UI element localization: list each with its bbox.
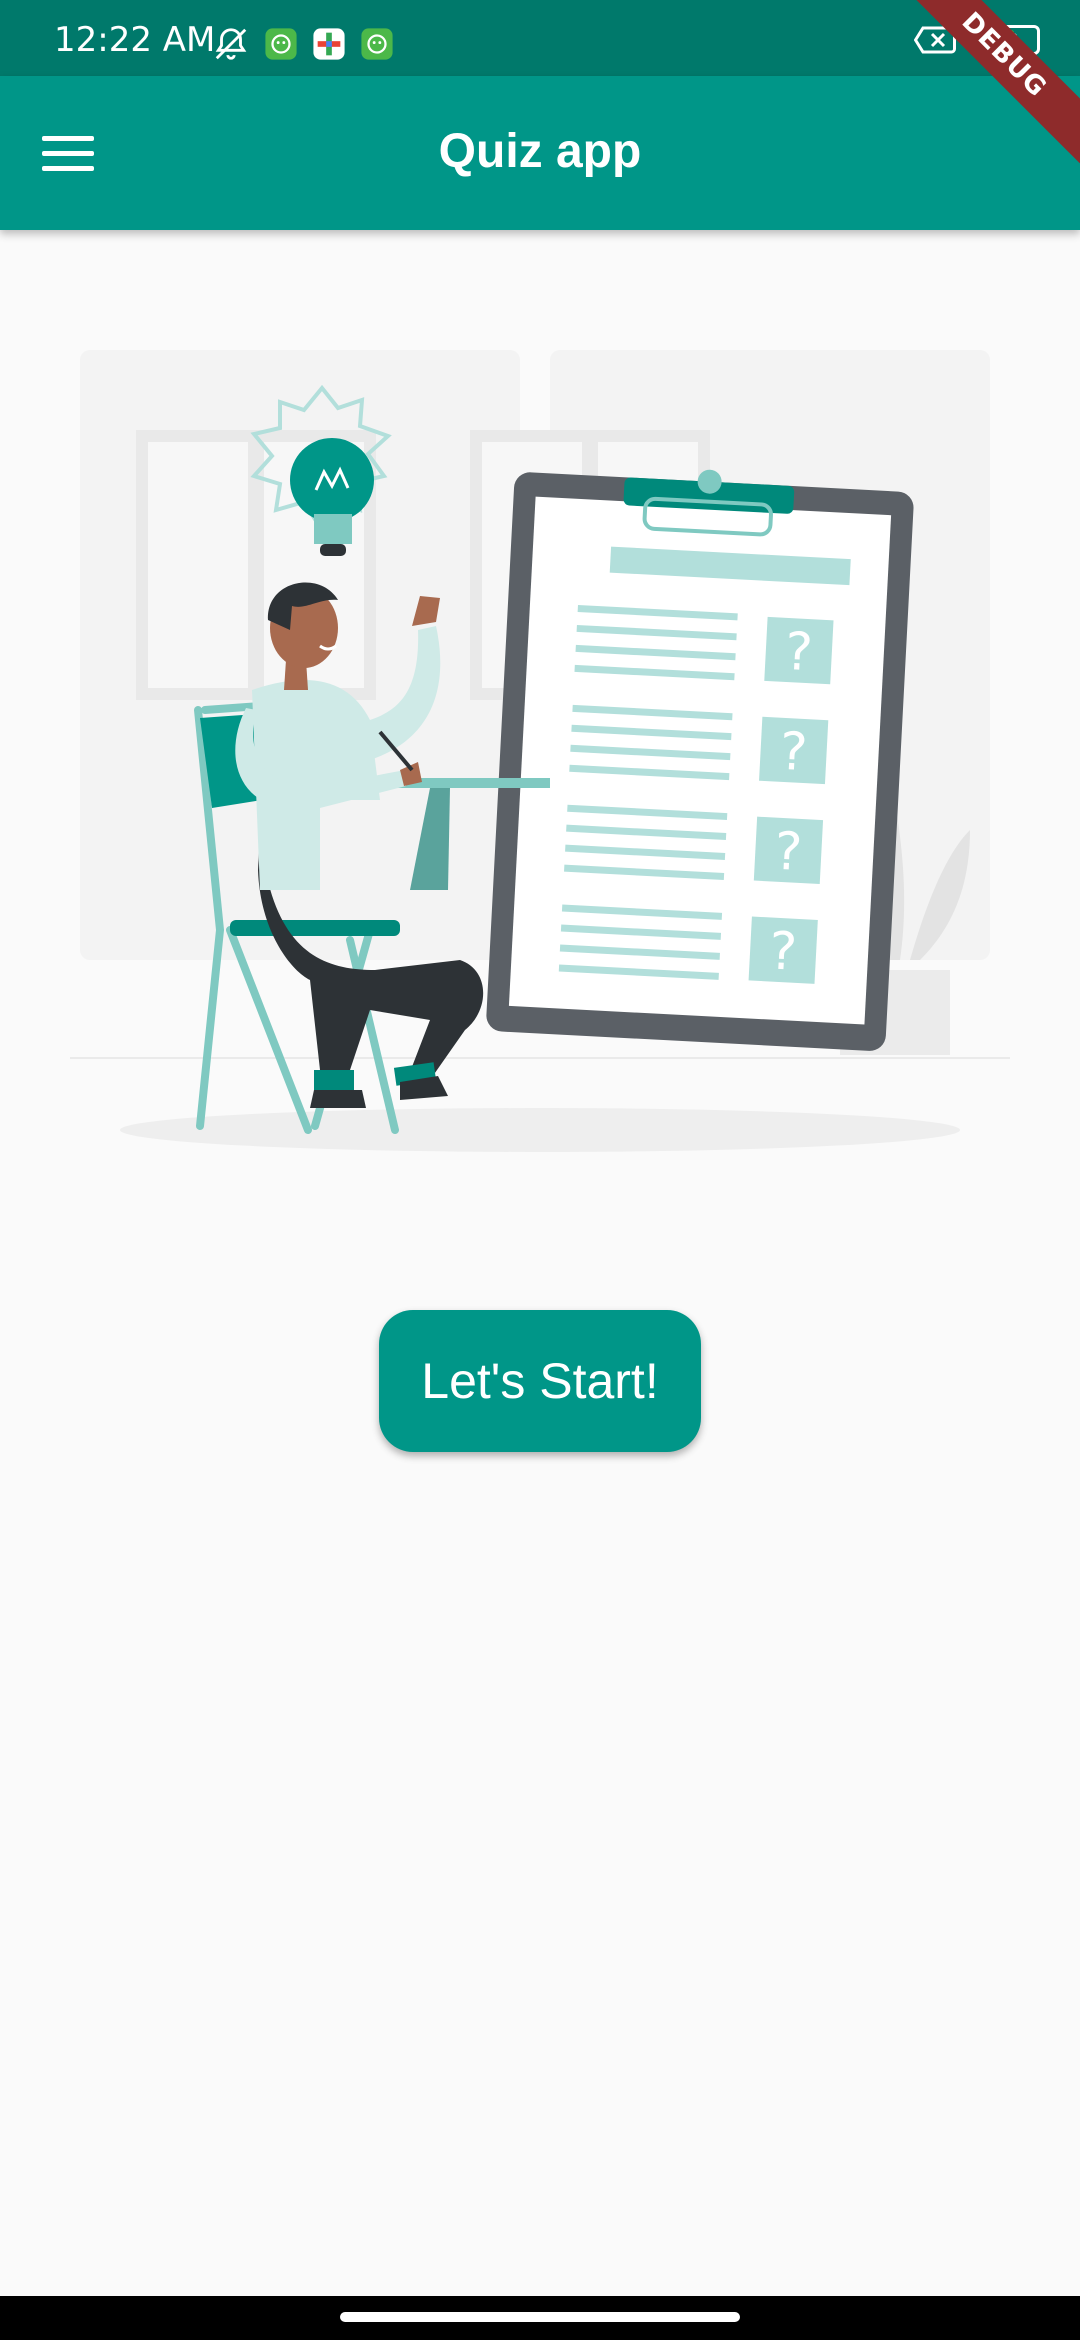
quiz-illustration: ? ? ? ?	[70, 350, 1010, 1152]
svg-text:?: ?	[773, 822, 804, 883]
app-notification-icon	[361, 28, 393, 60]
status-notification-icons	[212, 26, 394, 62]
app-bar: Quiz app	[0, 76, 1080, 230]
clipboard: ? ? ? ?	[486, 469, 914, 1051]
svg-text:?: ?	[778, 722, 809, 783]
status-bar: 12:22 AM	[0, 0, 1080, 76]
app-title: Quiz app	[438, 125, 642, 178]
home-indicator[interactable]	[340, 2312, 740, 2322]
status-time: 12:22 AM	[54, 20, 216, 60]
svg-text:?: ?	[768, 922, 799, 983]
app-notification-icon	[265, 28, 297, 60]
navigation-bar	[0, 2296, 1080, 2340]
start-button[interactable]: Let's Start!	[379, 1310, 701, 1452]
bell-off-icon	[215, 28, 247, 60]
svg-text:?: ?	[783, 622, 814, 683]
google-play-icon	[313, 28, 345, 60]
